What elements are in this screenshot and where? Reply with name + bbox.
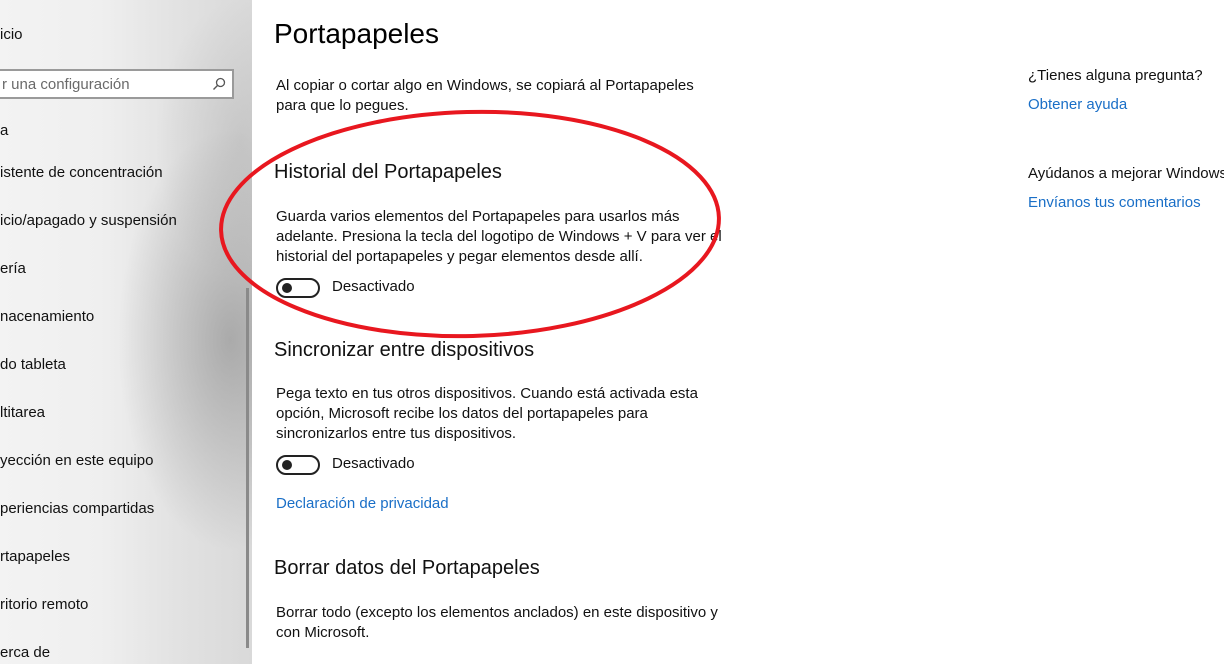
privacy-statement-link[interactable]: Declaración de privacidad xyxy=(276,495,449,512)
sidebar-scrollbar[interactable] xyxy=(246,288,249,648)
settings-search-input[interactable]: r una configuración xyxy=(0,69,234,99)
clear-clipboard-heading: Borrar datos del Portapapeles xyxy=(274,557,540,579)
sidebar: icio r una configuración a istente de co… xyxy=(0,0,252,664)
improve-windows-heading: Ayúdanos a mejorar Windows xyxy=(1028,165,1224,182)
clipboard-history-description: Guarda varios elementos del Portapapeles… xyxy=(276,208,722,265)
sidebar-item-power-sleep[interactable]: icio/apagado y suspensión xyxy=(0,212,177,229)
send-feedback-link[interactable]: Envíanos tus comentarios xyxy=(1028,194,1201,211)
sidebar-home[interactable]: icio xyxy=(0,26,23,43)
sidebar-item-storage[interactable]: nacenamiento xyxy=(0,308,94,325)
get-help-link[interactable]: Obtener ayuda xyxy=(1028,96,1127,113)
clear-clipboard-description: Borrar todo (excepto los elementos ancla… xyxy=(276,604,718,641)
clipboard-history-heading: Historial del Portapapeles xyxy=(274,161,502,183)
sidebar-item-multitasking[interactable]: ltitarea xyxy=(0,404,45,421)
sidebar-item-projecting[interactable]: yección en este equipo xyxy=(0,452,153,469)
sidebar-section-label: a xyxy=(0,122,9,139)
sidebar-item-shared-experiences[interactable]: periencias compartidas xyxy=(0,500,154,517)
sync-devices-toggle-state: Desactivado xyxy=(332,455,415,472)
page-title: Portapapeles xyxy=(274,18,440,49)
settings-window: icio r una configuración a istente de co… xyxy=(0,0,1224,664)
sidebar-item-battery[interactable]: ería xyxy=(0,260,26,277)
toggle-knob xyxy=(282,283,292,293)
sync-devices-description: Pega texto en tus otros dispositivos. Cu… xyxy=(276,385,698,442)
sidebar-item-clipboard[interactable]: rtapapeles xyxy=(0,548,70,565)
sidebar-item-about[interactable]: erca de xyxy=(0,644,50,661)
question-heading: ¿Tienes alguna pregunta? xyxy=(1028,67,1203,84)
intro-text: Al copiar o cortar algo en Windows, se c… xyxy=(276,77,694,114)
clipboard-history-toggle[interactable] xyxy=(276,278,320,298)
sidebar-item-tablet-mode[interactable]: do tableta xyxy=(0,356,66,373)
sidebar-item-focus-assist[interactable]: istente de concentración xyxy=(0,164,163,181)
sidebar-item-remote-desktop[interactable]: ritorio remoto xyxy=(0,596,88,613)
sync-devices-toggle[interactable] xyxy=(276,455,320,475)
search-icon xyxy=(213,77,226,90)
sync-devices-heading: Sincronizar entre dispositivos xyxy=(274,339,535,361)
toggle-knob xyxy=(282,460,292,470)
clipboard-history-toggle-state: Desactivado xyxy=(332,278,415,295)
search-placeholder: r una configuración xyxy=(2,76,130,93)
